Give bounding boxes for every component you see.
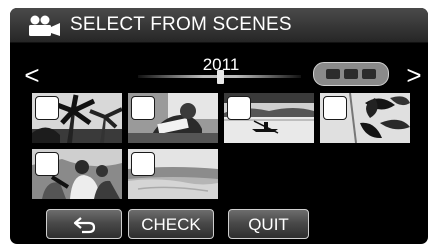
scene-checkbox[interactable]: [35, 152, 59, 176]
timeline-slider-handle[interactable]: [217, 70, 224, 84]
camera-lcd-screen: SELECT FROM SCENES < 2011 > CHECK QUIT: [10, 8, 428, 244]
scene-checkbox[interactable]: [323, 96, 347, 120]
scene-checkbox[interactable]: [131, 152, 155, 176]
next-page-button[interactable]: >: [403, 62, 425, 88]
back-button[interactable]: [46, 209, 122, 239]
check-button[interactable]: CHECK: [128, 209, 214, 239]
page-dot: [344, 69, 358, 79]
return-arrow-icon: [73, 217, 96, 234]
scene-checkbox[interactable]: [227, 96, 251, 120]
scene-thumbnail-palm-trees[interactable]: [32, 93, 122, 143]
scene-thumbnail-kayak-on-lake[interactable]: [224, 93, 314, 143]
scene-checkbox[interactable]: [131, 96, 155, 120]
scene-thumbnail-person-reading[interactable]: [128, 93, 218, 143]
page-dot: [362, 69, 376, 79]
video-camera-icon: [29, 15, 60, 36]
screen-title: SELECT FROM SCENES: [70, 14, 292, 35]
scene-checkbox[interactable]: [35, 96, 59, 120]
prev-page-button[interactable]: <: [21, 62, 43, 88]
title-bar: SELECT FROM SCENES: [10, 8, 428, 43]
scene-thumbnail-leaves-closeup[interactable]: [320, 93, 410, 143]
page-indicator: [313, 62, 389, 86]
scene-thumbnail-family-playing[interactable]: [32, 149, 122, 199]
scene-thumbnail-beach-shore[interactable]: [128, 149, 218, 199]
page-dot: [326, 69, 340, 79]
quit-button[interactable]: QUIT: [228, 209, 309, 239]
